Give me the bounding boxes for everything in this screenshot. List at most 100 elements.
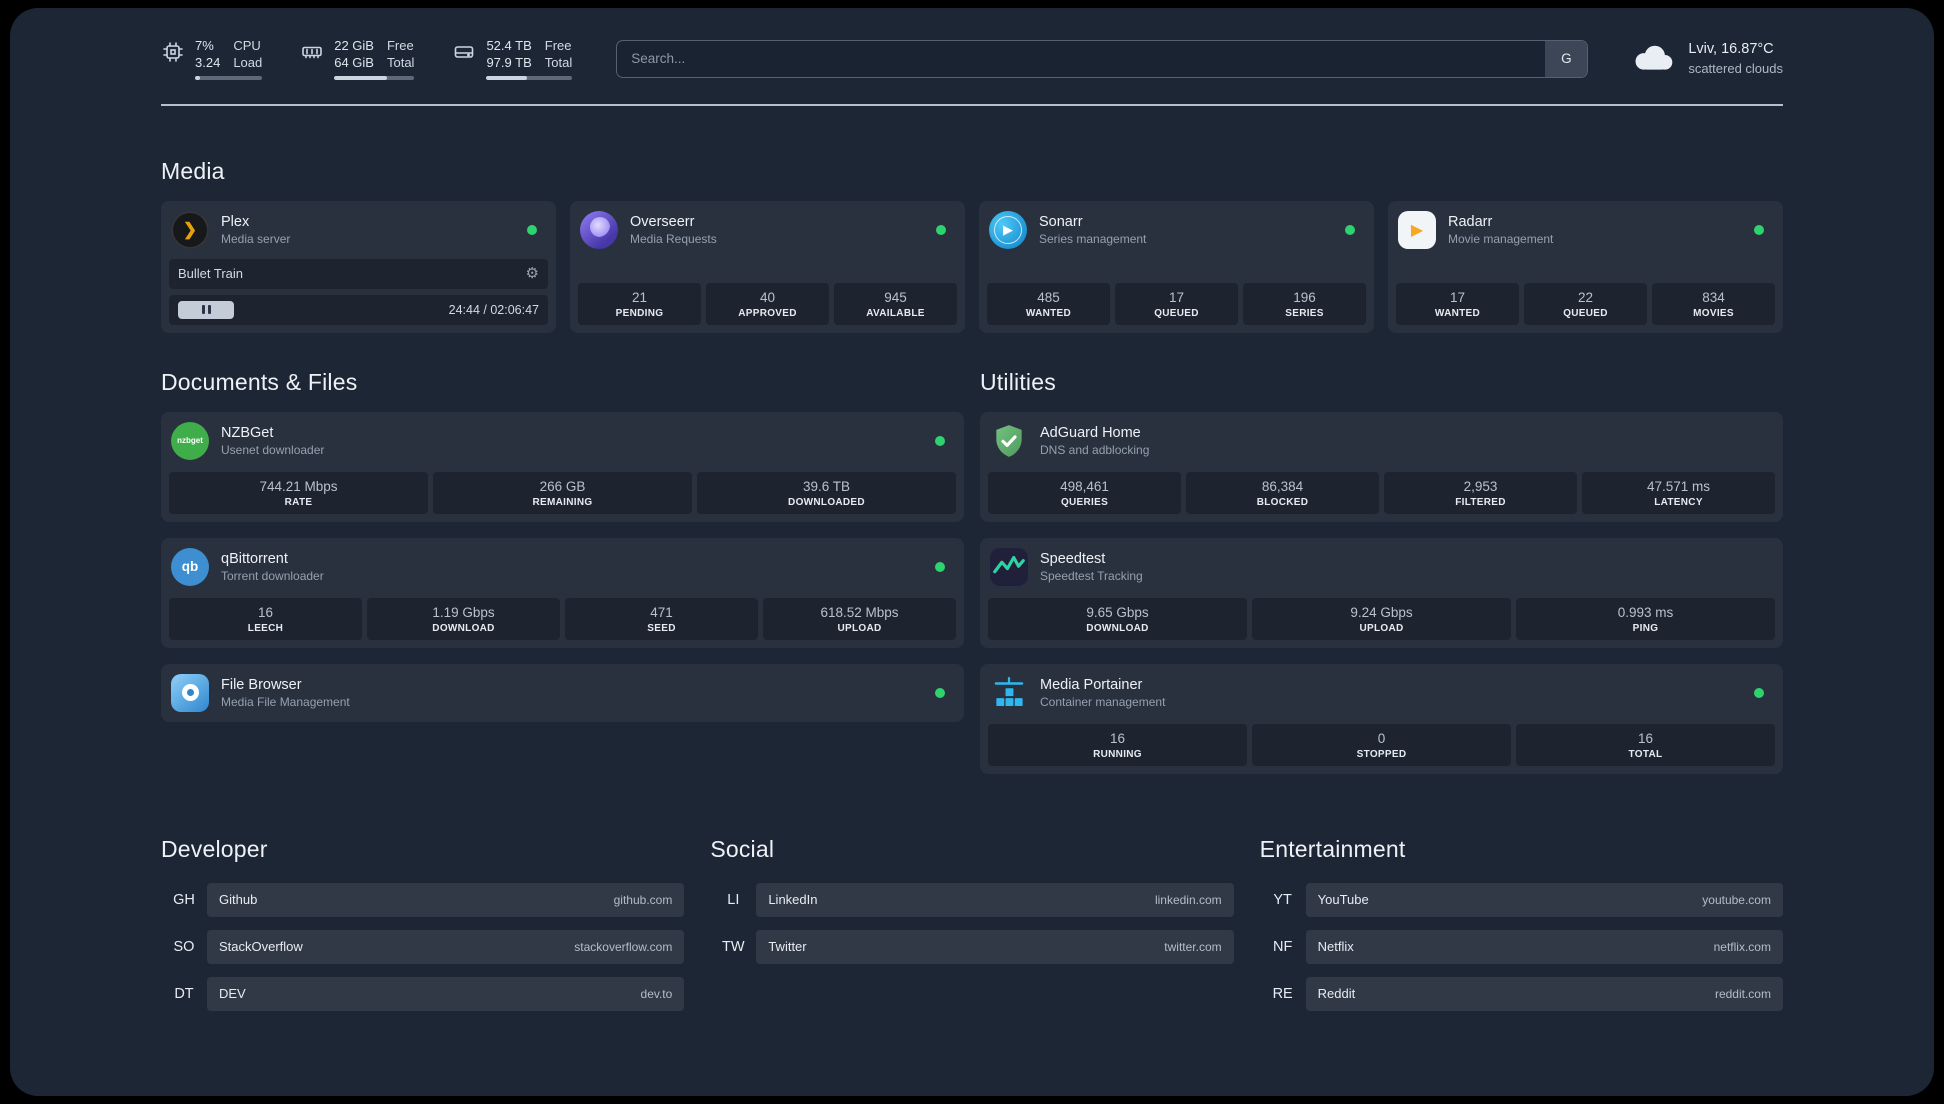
- stat-label: WANTED: [1025, 307, 1072, 319]
- service-subtitle: Media File Management: [221, 694, 350, 709]
- service-subtitle: Container management: [1040, 694, 1166, 709]
- bookmark-url: linkedin.com: [1154, 892, 1222, 907]
- bookmark-group-developer: Developer GH Github github.com SO StackO…: [161, 836, 685, 1024]
- stat-block: 22 QUEUED: [1524, 282, 1647, 325]
- overseerr-swirl: [590, 216, 610, 237]
- bookmark-linkedin[interactable]: LI LinkedIn linkedin.com: [710, 882, 1234, 917]
- pause-icon: [201, 305, 205, 315]
- bookmark-name: Reddit: [1317, 986, 1356, 1002]
- stat-label: RATE: [284, 496, 313, 508]
- bookmark-bar: Github github.com: [207, 882, 685, 917]
- disk-free-value: 52.4 TB: [486, 38, 532, 53]
- bookmark-reddit[interactable]: RE Reddit reddit.com: [1260, 976, 1783, 1011]
- disk-free-label: Free: [544, 38, 572, 53]
- bookmark-stackoverflow[interactable]: SO StackOverflow stackoverflow.com: [161, 929, 685, 964]
- stat-value: 9.65 Gbps: [1086, 604, 1149, 620]
- stat-value: 21: [631, 289, 648, 305]
- pause-button[interactable]: [178, 300, 234, 319]
- service-link-sonarr[interactable]: ▶ Sonarr Series management: [987, 209, 1366, 257]
- service-subtitle: Media server: [221, 231, 291, 246]
- status-dot-online: [935, 561, 945, 572]
- filebrowser-dot: [186, 689, 194, 697]
- stat-value: 266 GB: [539, 478, 586, 494]
- stat-label: STOPPED: [1356, 748, 1407, 760]
- bookmark-name: Github: [219, 892, 258, 908]
- bookmark-group-social: Social LI LinkedIn linkedin.com TW Twitt…: [710, 836, 1234, 1024]
- service-card-filebrowser: File Browser Media File Management: [161, 663, 964, 722]
- service-link-overseerr[interactable]: Overseerr Media Requests: [578, 209, 957, 257]
- service-stats: 16 RUNNING 0 STOPPED 16 TOTAL: [988, 723, 1775, 766]
- service-text: Sonarr Series management: [1039, 214, 1333, 246]
- stat-block: 471 SEED: [565, 597, 758, 640]
- service-link-radarr[interactable]: ▶ Radarr Movie management: [1396, 209, 1775, 257]
- weather-condition: scattered clouds: [1688, 60, 1783, 76]
- stat-label: PING: [1632, 622, 1659, 634]
- bookmark-name: StackOverflow: [219, 939, 303, 955]
- stat-value: 945: [884, 289, 907, 305]
- disk-progress-fill: [486, 75, 527, 80]
- memory-widget: 22 GiB 64 GiB Free Total: [300, 38, 415, 80]
- service-name: Overseerr: [630, 213, 695, 230]
- stat-block: 9.24 Gbps UPLOAD: [1252, 597, 1511, 640]
- stat-label: UPLOAD: [1359, 622, 1404, 634]
- status-dot-online: [1754, 687, 1764, 698]
- top-bar: 7% 3.24 CPU Load 22 GiB 64 GiB Free Tota…: [161, 8, 1783, 80]
- stat-block: 86,384 BLOCKED: [1186, 471, 1379, 514]
- bookmark-name: LinkedIn: [768, 892, 818, 908]
- status-dot-online: [1345, 224, 1355, 235]
- middle-columns: Documents & Files nzbget NZBGet Usenet d…: [161, 369, 1783, 774]
- stat-value: 16: [1109, 730, 1126, 746]
- service-text: Overseerr Media Requests: [630, 214, 924, 246]
- bookmark-netflix[interactable]: NF Netflix netflix.com: [1260, 929, 1783, 964]
- disk-widget: 52.4 TB 97.9 TB Free Total: [452, 38, 573, 80]
- service-link-plex[interactable]: ❯ Plex Media server: [169, 209, 548, 257]
- qbittorrent-icon: qb: [171, 547, 209, 586]
- service-link-nzbget[interactable]: nzbget NZBGet Usenet downloader: [169, 420, 956, 468]
- service-text: Radarr Movie management: [1448, 214, 1742, 246]
- service-text: Media Portainer Container management: [1040, 677, 1742, 709]
- service-subtitle: Media Requests: [630, 231, 717, 246]
- bookmark-url: youtube.com: [1702, 892, 1771, 907]
- search-input[interactable]: [616, 39, 1589, 78]
- service-subtitle: Usenet downloader: [221, 442, 325, 457]
- service-link-portainer[interactable]: Media Portainer Container management: [988, 672, 1775, 720]
- bookmark-github[interactable]: GH Github github.com: [161, 882, 685, 917]
- stat-value: 17: [1168, 289, 1185, 305]
- stat-block: 16 LEECH: [169, 597, 362, 640]
- stat-value: 86,384: [1261, 478, 1304, 494]
- qbittorrent-icon-text: qb: [181, 559, 199, 575]
- memory-free-value: 22 GiB: [334, 38, 374, 53]
- stat-value: 471: [650, 604, 673, 620]
- stat-value: 16: [257, 604, 274, 620]
- stat-label: QUEUED: [1154, 307, 1199, 319]
- service-link-filebrowser[interactable]: File Browser Media File Management: [169, 672, 956, 714]
- gear-icon[interactable]: ⚙: [526, 266, 539, 281]
- section-title-media: Media: [161, 157, 225, 184]
- cpu-load-label: Load: [233, 54, 263, 70]
- stat-label: DOWNLOAD: [432, 622, 495, 634]
- memory-total-value: 64 GiB: [334, 54, 374, 70]
- bookmark-youtube[interactable]: YT YouTube youtube.com: [1260, 882, 1783, 917]
- cpu-chip-icon: [161, 40, 185, 64]
- sonarr-icon: ▶: [989, 210, 1027, 249]
- search-provider-button[interactable]: G: [1545, 40, 1588, 77]
- stat-block: 39.6 TB DOWNLOADED: [697, 471, 956, 514]
- service-card-radarr: ▶ Radarr Movie management 17 WANTED 22 Q…: [1388, 200, 1783, 333]
- stat-block: 0 STOPPED: [1252, 723, 1511, 766]
- section-utilities: Utilities AdGuard Home DNS and adblockin…: [980, 369, 1783, 774]
- service-link-adguard[interactable]: AdGuard Home DNS and adblocking: [988, 420, 1775, 468]
- disk-icon: [452, 40, 476, 64]
- disk-total-label: Total: [544, 54, 573, 70]
- bookmark-dev[interactable]: DT DEV dev.to: [161, 976, 685, 1011]
- section-title-utilities: Utilities: [980, 368, 1056, 395]
- service-name: Plex: [221, 213, 250, 230]
- bookmark-bar: Twitter twitter.com: [756, 929, 1234, 964]
- memory-readout: 22 GiB 64 GiB Free Total: [334, 38, 415, 80]
- service-link-qbittorrent[interactable]: qb qBittorrent Torrent downloader: [169, 546, 956, 594]
- status-dot-online: [1754, 224, 1764, 235]
- bookmark-twitter[interactable]: TW Twitter twitter.com: [710, 929, 1234, 964]
- service-link-speedtest[interactable]: Speedtest Speedtest Tracking: [988, 546, 1775, 594]
- service-card-sonarr: ▶ Sonarr Series management 485 WANTED 17…: [979, 200, 1374, 333]
- service-card-plex: ❯ Plex Media server Bullet Train ⚙ 24:44…: [161, 200, 556, 333]
- status-dot-online: [935, 435, 945, 446]
